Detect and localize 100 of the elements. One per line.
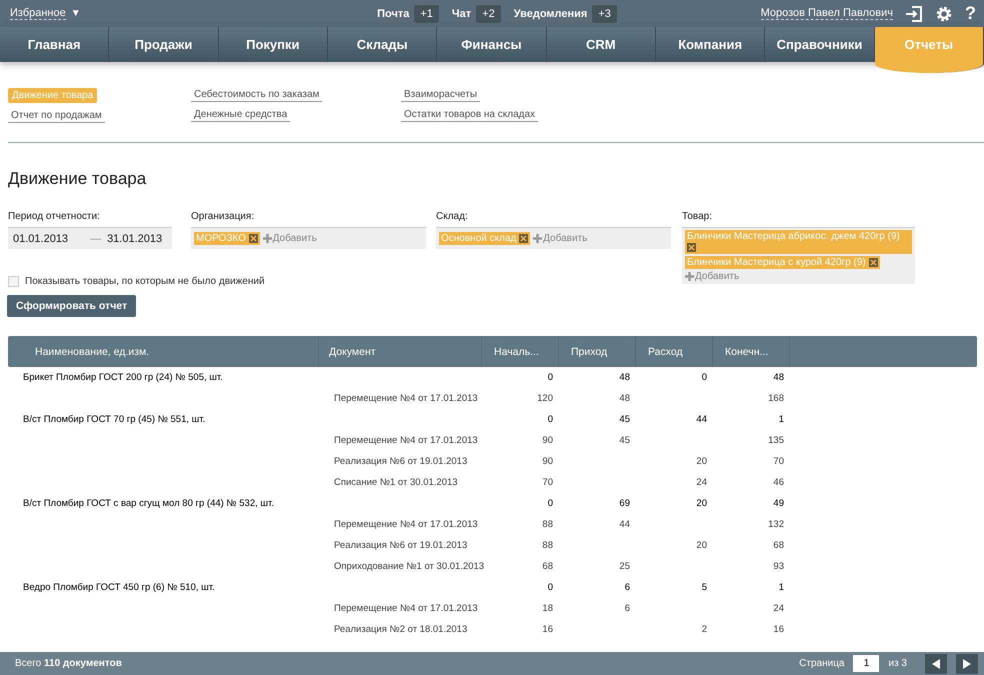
- caret-icon[interactable]: ▼: [70, 8, 81, 19]
- report-link[interactable]: Денежные средства: [191, 108, 290, 122]
- add-link[interactable]: Добавить: [685, 271, 740, 282]
- logout-icon[interactable]: [904, 4, 923, 22]
- table-cell: Реализация №2 от 18.01.2013: [334, 624, 468, 635]
- field-label: Склад:: [436, 211, 469, 222]
- counter-link[interactable]: Почта: [377, 8, 410, 20]
- column-header[interactable]: Расход: [636, 336, 713, 367]
- table-cell: 48: [773, 372, 784, 383]
- table-cell: 88: [542, 519, 553, 530]
- table-cell: 132: [768, 519, 784, 530]
- nav-tab[interactable]: Продажи: [109, 27, 219, 62]
- table-cell: 70: [542, 477, 553, 488]
- remove-icon[interactable]: [519, 234, 528, 243]
- remove-icon[interactable]: [868, 258, 878, 267]
- column-header[interactable]: Приход: [559, 336, 636, 367]
- table-cell: 88: [542, 540, 553, 551]
- remove-icon[interactable]: [687, 242, 696, 252]
- table-cell: Перемещение №4 от 17.01.2013: [334, 603, 478, 614]
- tag: Блинчики Мастерица абрикос. джем 420гр (9): [685, 230, 912, 254]
- table-cell: 49: [773, 498, 784, 509]
- report-link[interactable]: Взаиморасчеты: [401, 88, 480, 102]
- nav-tab[interactable]: Склады: [328, 27, 438, 62]
- left-arrow-icon: [930, 658, 942, 670]
- tag: Основной склад: [439, 232, 530, 245]
- table-cell: Реализация №6 от 19.01.2013: [334, 540, 468, 551]
- plus-icon: [533, 234, 542, 243]
- table-cell: В/ст Пломбир ГОСТ с вар сгущ мол 80 гр (44) № 532, шт.: [23, 498, 274, 509]
- previous-page-button[interactable]: [925, 654, 947, 674]
- generate-report-button[interactable]: Сформировать отчет: [7, 295, 136, 317]
- count-badge: +1: [414, 4, 439, 22]
- checkbox-label: Показывать товары, по которым не было движений: [25, 276, 265, 287]
- add-link[interactable]: Добавить: [533, 233, 588, 244]
- table-cell: 25: [619, 561, 630, 572]
- report-link[interactable]: Остатки товаров на складах: [401, 108, 538, 122]
- table-cell: 45: [619, 435, 630, 446]
- table-cell: 24: [773, 603, 784, 614]
- table-cell: 5: [702, 582, 707, 593]
- table-cell: 45: [619, 414, 630, 425]
- add-link[interactable]: Добавить: [262, 233, 317, 244]
- count-badge: +2: [476, 4, 501, 22]
- report-link[interactable]: Себестоимость по заказам: [191, 88, 322, 102]
- table-cell: 48: [619, 393, 630, 404]
- nav-tab[interactable]: Компания: [656, 27, 766, 62]
- table-cell: Перемещение №4 от 17.01.2013: [334, 435, 478, 446]
- table-cell: Перемещение №4 от 17.01.2013: [334, 519, 478, 530]
- column-header[interactable]: Документ: [319, 336, 482, 367]
- table-cell: 0: [548, 582, 553, 593]
- user-link[interactable]: Морозов Павел Павлович: [760, 7, 893, 20]
- total-text: Всего 110 документов: [15, 658, 122, 669]
- favorites-link[interactable]: Избранное: [10, 7, 66, 20]
- table-cell: 16: [773, 624, 784, 635]
- nav-tab[interactable]: CRM: [546, 27, 656, 62]
- counter-link[interactable]: Уведомления: [514, 8, 588, 20]
- table-cell: 2: [702, 624, 707, 635]
- table-cell: 6: [624, 582, 630, 593]
- table-cell: 68: [542, 561, 553, 572]
- table-cell: Оприходование №1 от 30.01.2013: [334, 561, 484, 572]
- table-cell: Реализация №6 от 19.01.2013: [334, 456, 468, 467]
- table-cell: 90: [542, 435, 553, 446]
- table-cell: Брикет Пломбир ГОСТ 200 гр (24) № 505, шт.: [23, 372, 223, 383]
- table-cell: 69: [619, 498, 630, 509]
- checkbox[interactable]: [8, 276, 19, 287]
- table-cell: 48: [619, 372, 630, 383]
- column-header[interactable]: Наименование, ед.изм.: [8, 336, 319, 367]
- column-header[interactable]: Началь...: [482, 336, 559, 367]
- date-range-field[interactable]: 01.01.2013 — 31.01.2013: [8, 227, 172, 249]
- page-input[interactable]: 1: [853, 655, 880, 672]
- table-cell: 44: [696, 414, 707, 425]
- table-cell: 20: [696, 498, 707, 509]
- table-cell: 18: [542, 603, 553, 614]
- table-cell: 168: [768, 393, 784, 404]
- table-cell: 16: [542, 624, 553, 635]
- settings-icon[interactable]: [934, 4, 953, 22]
- table-cell: 0: [548, 414, 553, 425]
- nav-tab[interactable]: Покупки: [218, 27, 328, 62]
- table-cell: Перемещение №4 от 17.01.2013: [334, 393, 478, 404]
- tag: Блинчики Мастерица с курой 420гр (9): [685, 256, 880, 269]
- table-cell: 0: [548, 372, 553, 383]
- table-cell: 68: [773, 540, 784, 551]
- column-header[interactable]: Конечн...: [713, 336, 790, 367]
- field-label: Товар:: [682, 211, 713, 222]
- field-label: Период отчетности:: [8, 211, 101, 222]
- help-icon[interactable]: ?: [964, 3, 976, 24]
- table-cell: 93: [773, 561, 784, 572]
- counter-link[interactable]: Чат: [452, 8, 472, 20]
- table-cell: 20: [696, 540, 707, 551]
- page-count: из 3: [888, 658, 907, 669]
- table-cell: 46: [773, 477, 784, 488]
- plus-icon: [685, 272, 694, 281]
- table-cell: В/ст Пломбир ГОСТ 70 гр (45) № 551, шт.: [23, 414, 206, 425]
- table-cell: 0: [548, 498, 553, 509]
- remove-icon[interactable]: [248, 234, 258, 243]
- table-cell: 24: [696, 477, 707, 488]
- report-link[interactable]: Отчет по продажам: [8, 109, 105, 123]
- next-page-button[interactable]: [956, 654, 978, 674]
- nav-tab[interactable]: Главная: [0, 27, 110, 62]
- nav-tab[interactable]: Финансы: [437, 27, 547, 62]
- table-cell: 135: [768, 435, 784, 446]
- table-cell: Списание №1 от 30.01.2013: [334, 477, 458, 488]
